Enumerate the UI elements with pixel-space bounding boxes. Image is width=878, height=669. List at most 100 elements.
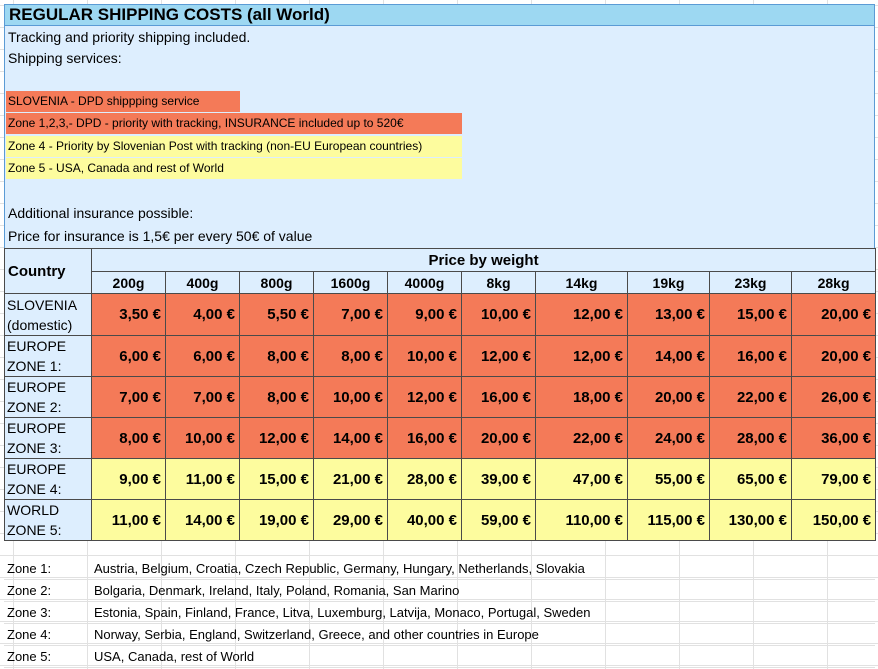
price-cell: 13,00 € <box>627 293 710 336</box>
price-cell: 7,00 € <box>313 293 388 336</box>
price-cell: 20,00 € <box>461 417 536 459</box>
price-cell: 22,00 € <box>535 417 628 459</box>
zone-label: Zone 4: <box>7 627 52 642</box>
weight-header: 200g <box>91 271 166 294</box>
price-cell: 14,00 € <box>627 335 710 377</box>
price-cell: 29,00 € <box>313 499 388 541</box>
weight-header: 8kg <box>461 271 536 294</box>
price-cell: 115,00 € <box>627 499 710 541</box>
row-label-line-1: EUROPE <box>7 420 67 436</box>
row-label-line-2: (domestic) <box>7 316 73 333</box>
price-cell: 12,00 € <box>239 417 314 459</box>
price-cell: 4,00 € <box>165 293 240 336</box>
price-cell: 26,00 € <box>790 376 877 418</box>
price-cell: 8,00 € <box>239 335 314 377</box>
price-cell: 47,00 € <box>535 458 628 500</box>
price-row: EUROPE ZONE 3: 8,00 €10,00 €12,00 €14,00 €… <box>4 417 877 459</box>
service-zone-1-2-3: Zone 1,2,3,- DPD - priority with trackin… <box>6 113 462 134</box>
price-cell: 20,00 € <box>790 335 877 377</box>
row-label: EUROPE ZONE 4: <box>4 458 92 500</box>
info-line-services: Shipping services: <box>8 50 122 66</box>
price-cell: 28,00 € <box>387 458 462 500</box>
row-label-line-2: ZONE 5: <box>7 522 62 538</box>
zone-label: Zone 1: <box>7 561 52 576</box>
row-label-line-1: EUROPE <box>7 461 67 477</box>
zone-row: Zone 5: USA, Canada, rest of World <box>4 646 875 668</box>
price-cell: 10,00 € <box>165 417 240 459</box>
price-cell: 5,50 € <box>239 293 314 336</box>
row-label-line-2: ZONE 1: <box>7 358 62 374</box>
row-label-line-2: ZONE 3: <box>7 440 62 456</box>
price-cell: 110,00 € <box>535 499 628 541</box>
price-cell: 7,00 € <box>91 376 166 418</box>
row-label-line-1: WORLD <box>7 502 60 518</box>
price-cell: 24,00 € <box>627 417 710 459</box>
price-cell: 11,00 € <box>165 458 240 500</box>
zone-row: Zone 4: Norway, Serbia, England, Switzer… <box>4 624 875 646</box>
row-label: SLOVENIA (domestic) <box>4 293 92 336</box>
price-row: SLOVENIA (domestic) 3,50 €4,00 €5,50 €7,00… <box>4 293 877 336</box>
price-cell: 36,00 € <box>790 417 877 459</box>
info-line-tracking: Tracking and priority shipping included. <box>8 29 251 45</box>
price-cell: 8,00 € <box>91 417 166 459</box>
row-label-line-1: EUROPE <box>7 338 67 354</box>
price-cell: 12,00 € <box>461 335 536 377</box>
price-cell: 14,00 € <box>165 499 240 541</box>
price-cell: 21,00 € <box>313 458 388 500</box>
zone-label: Zone 5: <box>7 649 52 664</box>
price-cell: 12,00 € <box>387 376 462 418</box>
row-label: WORLD ZONE 5: <box>4 499 92 541</box>
price-cell: 130,00 € <box>709 499 792 541</box>
zone-row: Zone 3: Estonia, Spain, Finland, France,… <box>4 602 875 624</box>
price-row: EUROPE ZONE 2: 7,00 €7,00 €8,00 €10,00 €12… <box>4 376 877 418</box>
row-label-line-2: ZONE 4: <box>7 481 62 497</box>
price-cell: 15,00 € <box>709 293 792 336</box>
zone-list: Zone 1: Austria, Belgium, Croatia, Czech… <box>4 558 875 668</box>
price-row: EUROPE ZONE 4: 9,00 €11,00 €15,00 €21,00 €… <box>4 458 877 500</box>
price-cell: 6,00 € <box>91 335 166 377</box>
row-label-line-1: SLOVENIA <box>7 296 78 313</box>
weight-header: 28kg <box>790 271 877 294</box>
price-cell: 12,00 € <box>535 335 628 377</box>
price-cell: 9,00 € <box>91 458 166 500</box>
price-cell: 9,00 € <box>387 293 462 336</box>
row-label-line-2: ZONE 2: <box>7 399 62 415</box>
zone-countries: Estonia, Spain, Finland, France, Litva, … <box>94 605 591 620</box>
price-cell: 8,00 € <box>239 376 314 418</box>
price-cell: 6,00 € <box>165 335 240 377</box>
insurance-line-1: Additional insurance possible: <box>8 205 194 221</box>
price-cell: 14,00 € <box>313 417 388 459</box>
price-cell: 11,00 € <box>91 499 166 541</box>
insurance-line-2: Price for insurance is 1,5€ per every 50… <box>8 228 313 244</box>
weight-header: 4000g <box>387 271 462 294</box>
zone-row: Zone 1: Austria, Belgium, Croatia, Czech… <box>4 558 875 580</box>
price-cell: 10,00 € <box>313 376 388 418</box>
weight-header: 1600g <box>313 271 388 294</box>
price-by-weight-header: Price by weight <box>90 248 877 272</box>
zone-countries: Norway, Serbia, England, Switzerland, Gr… <box>94 627 539 642</box>
weight-header: 23kg <box>709 271 792 294</box>
price-cell: 18,00 € <box>535 376 628 418</box>
price-cell: 40,00 € <box>387 499 462 541</box>
price-row: EUROPE ZONE 1: 6,00 €6,00 €8,00 €8,00 €10,… <box>4 335 877 377</box>
service-zone-5: Zone 5 - USA, Canada and rest of World <box>6 158 462 179</box>
price-cell: 65,00 € <box>709 458 792 500</box>
price-cell: 16,00 € <box>387 417 462 459</box>
page-title: REGULAR SHIPPING COSTS (all World) <box>4 4 875 26</box>
price-cell: 19,00 € <box>239 499 314 541</box>
service-slovenia: SLOVENIA - DPD shippping service <box>6 91 240 112</box>
price-cell: 16,00 € <box>709 335 792 377</box>
zone-countries: USA, Canada, rest of World <box>94 649 255 664</box>
zone-label: Zone 3: <box>7 605 52 620</box>
service-zone-4: Zone 4 - Priority by Slovenian Post with… <box>6 136 462 157</box>
price-cell: 10,00 € <box>387 335 462 377</box>
info-box: Tracking and priority shipping included.… <box>4 26 875 248</box>
price-table-body: SLOVENIA (domestic) 3,50 €4,00 €5,50 €7,00… <box>4 293 877 541</box>
weight-header: 400g <box>165 271 240 294</box>
row-label: EUROPE ZONE 3: <box>4 417 92 459</box>
price-row: WORLD ZONE 5: 11,00 €14,00 €19,00 €29,00 €… <box>4 499 877 541</box>
price-cell: 20,00 € <box>790 293 877 336</box>
price-cell: 59,00 € <box>461 499 536 541</box>
row-label: EUROPE ZONE 2: <box>4 376 92 418</box>
zone-label: Zone 2: <box>7 583 52 598</box>
